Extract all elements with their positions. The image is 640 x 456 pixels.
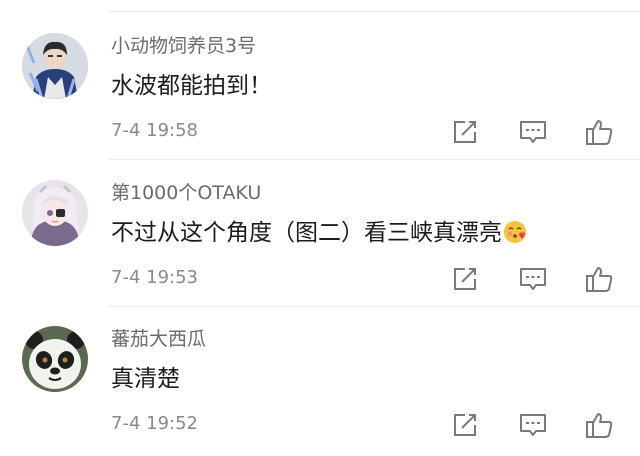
thumbs-up-icon	[586, 413, 613, 438]
avatar-anime-icon	[22, 180, 88, 246]
user-avatar[interactable]	[22, 326, 88, 392]
comment-username[interactable]: 蕃茄大西瓜	[111, 327, 206, 351]
share-button[interactable]	[450, 117, 480, 147]
share-icon	[454, 268, 476, 290]
comment-icon	[520, 121, 546, 143]
share-icon	[454, 121, 476, 143]
share-button[interactable]	[450, 410, 480, 440]
thumbs-up-icon	[586, 267, 613, 292]
comment-text: 不过从这个角度（图二）看三峡真漂亮	[111, 218, 527, 252]
user-avatar[interactable]	[22, 33, 88, 99]
comment-icon	[520, 268, 546, 290]
reply-button[interactable]	[518, 410, 548, 440]
comment-username[interactable]: 小动物饲养员3号	[111, 34, 256, 58]
blowing-kiss-emoji-icon	[503, 220, 527, 252]
like-button[interactable]	[584, 264, 614, 294]
avatar-person-icon	[22, 33, 88, 99]
comment-text: 水波都能拍到！	[111, 73, 272, 99]
comment-item: 小动物饲养员3号 水波都能拍到！ 7-4 19:58	[0, 23, 640, 163]
comment-text-body: 不过从这个角度（图二）看三峡真漂亮	[111, 220, 502, 246]
like-button[interactable]	[584, 410, 614, 440]
comment-timestamp: 7-4 19:52	[111, 413, 198, 434]
share-icon	[454, 414, 476, 436]
comment-icon	[520, 414, 546, 436]
divider	[108, 159, 640, 160]
comment-timestamp: 7-4 19:53	[111, 267, 198, 288]
avatar-panda-icon	[22, 326, 88, 392]
comment-timestamp: 7-4 19:58	[111, 120, 198, 141]
reply-button[interactable]	[518, 264, 548, 294]
share-button[interactable]	[450, 264, 480, 294]
comment-item: 蕃茄大西瓜 真清楚 7-4 19:52	[0, 316, 640, 456]
reply-button[interactable]	[518, 117, 548, 147]
thumbs-up-icon	[586, 120, 613, 145]
comment-item: 第1000个OTAKU 不过从这个角度（图二）看三峡真漂亮 7-4 19:53	[0, 170, 640, 310]
divider	[108, 306, 640, 307]
comment-username[interactable]: 第1000个OTAKU	[111, 181, 261, 205]
comment-text: 真清楚	[111, 366, 180, 392]
user-avatar[interactable]	[22, 180, 88, 246]
top-divider	[108, 11, 640, 12]
like-button[interactable]	[584, 117, 614, 147]
